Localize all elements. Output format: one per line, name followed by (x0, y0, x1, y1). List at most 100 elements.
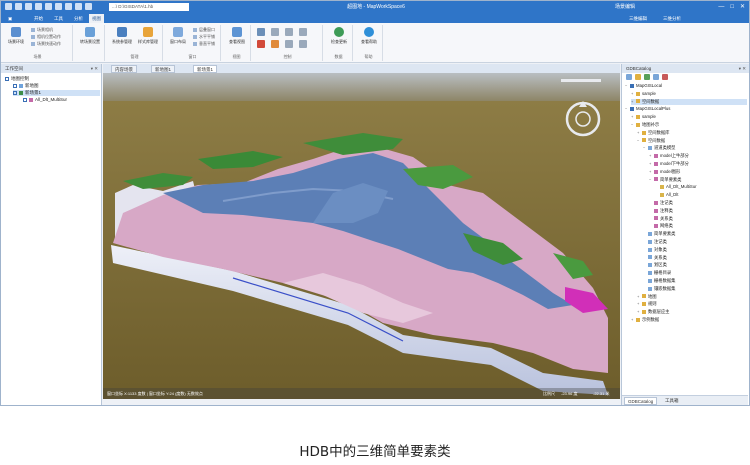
catalog-tree-node[interactable]: 注释类 (649, 208, 673, 214)
refresh-icon[interactable] (45, 3, 52, 10)
rotate-tool-icon[interactable] (299, 28, 307, 36)
folder-icon[interactable] (635, 74, 641, 80)
tree-node-layer[interactable]: All_Dlt_MultiSur (23, 97, 67, 103)
path-search-input[interactable]: ...\ D:\GISDATA\1.hb (109, 3, 189, 11)
zoom-out-icon[interactable] (25, 3, 32, 10)
style-lib-button[interactable]: 样式库管理 (135, 27, 161, 45)
camera-position-button[interactable]: 相机位置动作 (31, 34, 61, 40)
scene-view[interactable] (103, 73, 620, 399)
zoom-slider[interactable] (561, 79, 601, 82)
fly-tool-icon[interactable] (271, 40, 279, 48)
window-layout-button[interactable]: 窗口布局 (165, 27, 191, 45)
convert-scene-button[interactable]: 转场景设置 (77, 27, 103, 45)
properties-icon[interactable] (653, 74, 659, 80)
node-label: sample (642, 90, 656, 96)
settings-icon[interactable] (85, 3, 92, 10)
catalog-tree-node[interactable]: − 简单要素类 (649, 177, 681, 183)
refresh-icon[interactable] (644, 74, 650, 80)
panel-controls[interactable]: ▾ ✕ (91, 64, 98, 73)
catalog-tree-node[interactable]: 栅格数据集 (643, 278, 675, 284)
system-param-button[interactable]: 系统参管理 (109, 27, 135, 45)
catalog-tree-node[interactable]: − 空间数据 (637, 138, 665, 144)
catalog-tree-node[interactable]: All_Dlt (655, 192, 678, 198)
checkbox[interactable] (13, 83, 17, 88)
app-menu-icon[interactable] (5, 3, 12, 10)
catalog-tree-node[interactable]: 镶嵌数据集 (643, 286, 675, 292)
catalog-tree-node[interactable]: 网络类 (649, 223, 673, 229)
catalog-tree-node[interactable]: + 数据层应主 (637, 309, 669, 315)
catalog-tree-node[interactable]: + 示例数据 (631, 317, 659, 323)
pan-icon[interactable] (35, 3, 42, 10)
node-label: 划区类 (654, 262, 667, 268)
doc-tab-new-map[interactable]: 新地图1 (151, 65, 176, 73)
checkbox[interactable] (23, 97, 27, 102)
tab-start[interactable]: 开始 (31, 14, 46, 23)
save-icon[interactable] (55, 3, 62, 10)
check-update-button[interactable]: 检查更新 (326, 27, 352, 45)
stop-tool-icon[interactable] (257, 40, 265, 48)
catalog-tree-node[interactable]: + 规则 (637, 301, 657, 307)
redo-icon[interactable] (75, 3, 82, 10)
catalog-tree-node[interactable]: + model上牛部分 (649, 153, 689, 159)
zoom-tool-icon[interactable] (285, 28, 293, 36)
catalog-tree-node[interactable]: + model图形 (649, 169, 680, 175)
scene-status-bar: 窗口坐标 X:1133 度数 | 窗口坐标 Y:24 (度数) 无数效点 比例尺… (103, 388, 620, 399)
tree-node-map-control[interactable]: 地图控制 (5, 76, 29, 82)
catalog-tree-node[interactable]: 关系类 (643, 255, 667, 261)
delete-icon[interactable] (662, 74, 668, 80)
catalog-tree-node[interactable]: + sample (631, 91, 656, 97)
tab-toolbox[interactable]: 工具箱 (662, 397, 682, 405)
select-tool-icon[interactable] (257, 28, 265, 36)
tab-3d-edit[interactable]: 三维编辑 (629, 14, 647, 23)
tree-node-new-scene[interactable]: 新场景1 (13, 90, 100, 96)
checkbox[interactable] (5, 76, 9, 81)
tab-file[interactable]: ▣ (5, 14, 15, 23)
catalog-tree-node[interactable]: 简单要素类 (643, 231, 675, 237)
doc-tab-new-scene[interactable]: 新场景1 (193, 65, 218, 73)
cascade-button[interactable]: 层叠窗口 (193, 27, 215, 33)
node-icon (642, 138, 646, 143)
scene-camera-button[interactable]: 场景相机 (31, 27, 53, 33)
measure-tool-icon[interactable] (299, 40, 307, 48)
tab-3d-analysis[interactable]: 三维分析 (663, 14, 681, 23)
catalog-tree-node[interactable]: − MapGISLocal (625, 83, 662, 89)
undo-icon[interactable] (65, 3, 72, 10)
help-button[interactable]: 查看帮助 (356, 27, 382, 45)
catalog-tree-node[interactable]: 注记类 (649, 200, 673, 206)
tile-vertical-button[interactable]: 垂直平铺 (193, 41, 215, 47)
zoom-in-icon[interactable] (15, 3, 22, 10)
catalog-tree-node[interactable]: 注记类 (643, 239, 667, 245)
scene-quick-button[interactable]: 场景快速动作 (31, 41, 61, 47)
checkbox[interactable] (13, 90, 17, 95)
walk-tool-icon[interactable] (285, 40, 293, 48)
catalog-tree-node[interactable]: + 空间数据库 (637, 130, 669, 136)
catalog-tree-node[interactable]: + sample (631, 114, 656, 120)
catalog-tree-node[interactable]: + 地图 (637, 294, 657, 300)
scene-env-button[interactable]: 场景环境 (3, 27, 29, 45)
tab-tools[interactable]: 工具 (51, 14, 66, 23)
minimize-button[interactable]: — (718, 3, 724, 11)
catalog-tree-node[interactable]: − MapGISLocalPlus (625, 106, 670, 112)
panel-controls[interactable]: ▾ ✕ (739, 64, 746, 73)
pan-tool-icon[interactable] (271, 28, 279, 36)
catalog-tree-node[interactable]: − 道道类模型 (643, 145, 675, 151)
view-button[interactable]: 查看视图 (224, 27, 250, 45)
doc-tab-content-scene[interactable]: 内容场景 (111, 65, 137, 73)
catalog-tree-node[interactable]: + model下牛部分 (649, 161, 689, 167)
catalog-tree-node[interactable]: 栅格目录 (643, 270, 671, 276)
catalog-tree-node[interactable]: 划区类 (643, 262, 667, 268)
tile-horizontal-button[interactable]: 水平平铺 (193, 34, 215, 40)
tree-node-new-map[interactable]: 新地图 (13, 83, 39, 89)
connect-icon[interactable] (626, 74, 632, 80)
close-button[interactable]: ✕ (740, 3, 745, 11)
tab-analysis[interactable]: 分析 (71, 14, 86, 23)
maximize-button[interactable]: □ (730, 3, 734, 11)
node-label: 简单要素类 (654, 231, 676, 237)
tab-view[interactable]: 视图 (89, 14, 104, 23)
catalog-tree-node[interactable]: 关系类 (649, 216, 673, 222)
tab-gdbcatalog[interactable]: GDBCatalog (624, 397, 658, 405)
catalog-tree-node[interactable]: All_Dlt_MultiSur (655, 184, 697, 190)
catalog-tree-node[interactable]: 对象类 (643, 247, 667, 253)
catalog-tree-node[interactable]: − 地图补示 (631, 122, 659, 128)
catalog-tree-node[interactable]: + 空间数据 (631, 98, 747, 105)
